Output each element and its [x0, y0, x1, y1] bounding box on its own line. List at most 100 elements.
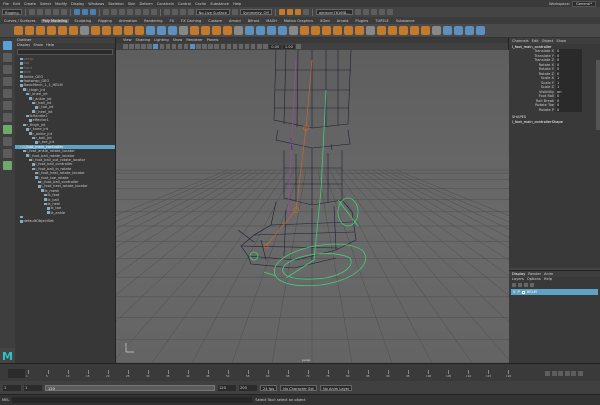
viewport-menu-item[interactable]: Show [173, 38, 183, 43]
mask-rendering-icon[interactable] [150, 9, 157, 15]
shelf-tab[interactable]: Bifrost [246, 19, 262, 23]
attribute-editor-side-tab[interactable] [596, 60, 600, 130]
wireframe-on-shaded-icon[interactable] [202, 44, 207, 49]
menu-item[interactable]: Display [71, 2, 84, 6]
new-layer-icon[interactable] [524, 283, 528, 287]
field-chart-icon[interactable] [177, 44, 183, 49]
fps-dropdown[interactable]: 24 fps [260, 384, 278, 391]
attribute-editor-icon[interactable] [370, 9, 377, 15]
shelf-tool-icon[interactable] [124, 26, 133, 35]
channel-row[interactable]: Rotate P0 [509, 107, 600, 112]
viewport-menu-item[interactable]: Panels [207, 38, 219, 43]
menu-item[interactable]: Cache [195, 2, 206, 6]
gate-mask-icon[interactable] [171, 44, 177, 49]
shelf-tool-icon[interactable] [157, 26, 166, 35]
layout-preset-icon[interactable] [3, 161, 12, 170]
shelf-tab[interactable]: Motion Graphics [282, 19, 315, 23]
shelf-tab[interactable]: Substance [394, 19, 417, 23]
shelf-tool-icon[interactable] [201, 26, 210, 35]
smooth-shade-icon[interactable] [196, 44, 201, 49]
shelf-tool-icon[interactable] [168, 26, 177, 35]
shelf-tool-icon[interactable] [421, 26, 430, 35]
outliner-menu-help[interactable]: Help [46, 43, 54, 48]
shelf-tool-icon[interactable] [69, 26, 78, 35]
mask-surfaces-icon[interactable] [126, 9, 133, 15]
step-back-icon[interactable] [551, 371, 557, 376]
shelf-tool-icon[interactable] [47, 26, 56, 35]
layer-color-swatch[interactable] [521, 290, 525, 294]
snap-point-icon[interactable] [179, 9, 186, 15]
xray-joints-icon[interactable] [257, 44, 262, 49]
shelf-tab[interactable]: FX Caching [179, 19, 203, 23]
shelf-tab[interactable]: TURTLE [373, 19, 391, 23]
safe-action-icon[interactable] [183, 44, 189, 49]
shelf-tool-icon[interactable] [300, 26, 309, 35]
shelf-tool-icon[interactable] [58, 26, 67, 35]
shelf-tool-icon[interactable] [366, 26, 375, 35]
shelf-tool-icon[interactable] [355, 26, 364, 35]
shelf-tool-icon[interactable] [410, 26, 419, 35]
menu-item[interactable]: File [3, 2, 9, 6]
color-management-icon[interactable] [296, 44, 301, 49]
gamma-field[interactable]: 1.00 [282, 44, 295, 49]
redo-icon[interactable] [60, 9, 67, 15]
mode-dropdown[interactable]: Rigging [2, 9, 22, 15]
viewport-menu-item[interactable]: Lighting [154, 38, 169, 43]
channel-value[interactable]: 0 [556, 107, 582, 112]
single-view-icon[interactable] [3, 125, 12, 134]
outliner-menu-show[interactable]: Show [33, 43, 43, 48]
shelf-tool-icon[interactable] [256, 26, 265, 35]
shelf-tool-icon[interactable] [80, 26, 89, 35]
edit-menu[interactable]: Edit [532, 38, 539, 44]
playback-end-field[interactable]: 120 [218, 384, 236, 391]
construction-history-icon[interactable] [231, 9, 238, 15]
grid-icon[interactable] [153, 44, 158, 49]
shelf-tool-icon[interactable] [190, 26, 199, 35]
snap-grid-icon[interactable] [163, 9, 170, 15]
help-menu[interactable]: Help [544, 277, 552, 282]
anim-layer-dropdown[interactable]: No Anim Layer [319, 384, 353, 391]
script-language-label[interactable]: MEL [2, 398, 9, 402]
mask-deformers-icon[interactable] [134, 9, 141, 15]
isolate-select-icon[interactable] [244, 44, 250, 49]
move-layer-up-icon[interactable] [512, 283, 516, 287]
play-backwards-icon[interactable] [558, 371, 563, 376]
xray-icon[interactable] [250, 44, 256, 49]
sign-in-field[interactable]: ajmkorn7616f8... [315, 9, 353, 15]
shelf-tool-icon[interactable] [476, 26, 485, 35]
go-to-start-icon[interactable] [545, 371, 550, 376]
menu-item[interactable]: Create [24, 2, 36, 6]
shelf-tab[interactable]: Arnold [227, 19, 243, 23]
character-set-dropdown[interactable]: No Character Set [280, 384, 317, 391]
use-lights-icon[interactable] [214, 44, 219, 49]
film-gate-icon[interactable] [159, 44, 165, 49]
mask-joints-icon[interactable] [110, 9, 117, 15]
object-menu[interactable]: Object [542, 38, 554, 44]
menu-item[interactable]: Windows [88, 2, 104, 6]
menu-item[interactable]: Substance [210, 2, 229, 6]
save-scene-icon[interactable] [44, 9, 51, 15]
layer-name[interactable]: HELM [527, 290, 537, 294]
anti-aliasing-icon[interactable] [238, 44, 244, 49]
menu-item[interactable]: Edit [13, 2, 20, 6]
menu-item[interactable]: Skin [128, 2, 136, 6]
bookmark-icon[interactable] [129, 44, 134, 49]
time-slider[interactable]: 1 5 10 15 20 25 30 35 40 45 50 55 60 65 70 75 80 85 90 95 10… [0, 363, 600, 381]
shelf-tab[interactable]: MASH [264, 19, 279, 23]
new-scene-icon[interactable] [28, 9, 35, 15]
shape-node-name[interactable]: l_foot_main_controllerShape [509, 120, 600, 125]
shelf-tool-icon[interactable] [278, 26, 287, 35]
2d-pan-icon[interactable] [141, 44, 146, 49]
shelf-tool-icon[interactable] [432, 26, 441, 35]
shelf-tool-icon[interactable] [311, 26, 320, 35]
shelf-tool-icon[interactable] [146, 26, 155, 35]
camera-attributes-icon[interactable] [123, 44, 128, 49]
menu-item[interactable]: Deform [139, 2, 152, 6]
shelf-tool-icon[interactable] [388, 26, 397, 35]
current-frame-marker[interactable] [8, 369, 25, 378]
range-bar[interactable]: 120 [45, 384, 215, 391]
textured-icon[interactable] [208, 44, 213, 49]
shelf-tool-icon[interactable] [344, 26, 353, 35]
render-current-icon[interactable] [278, 9, 285, 15]
tool-settings-icon[interactable] [378, 9, 385, 15]
